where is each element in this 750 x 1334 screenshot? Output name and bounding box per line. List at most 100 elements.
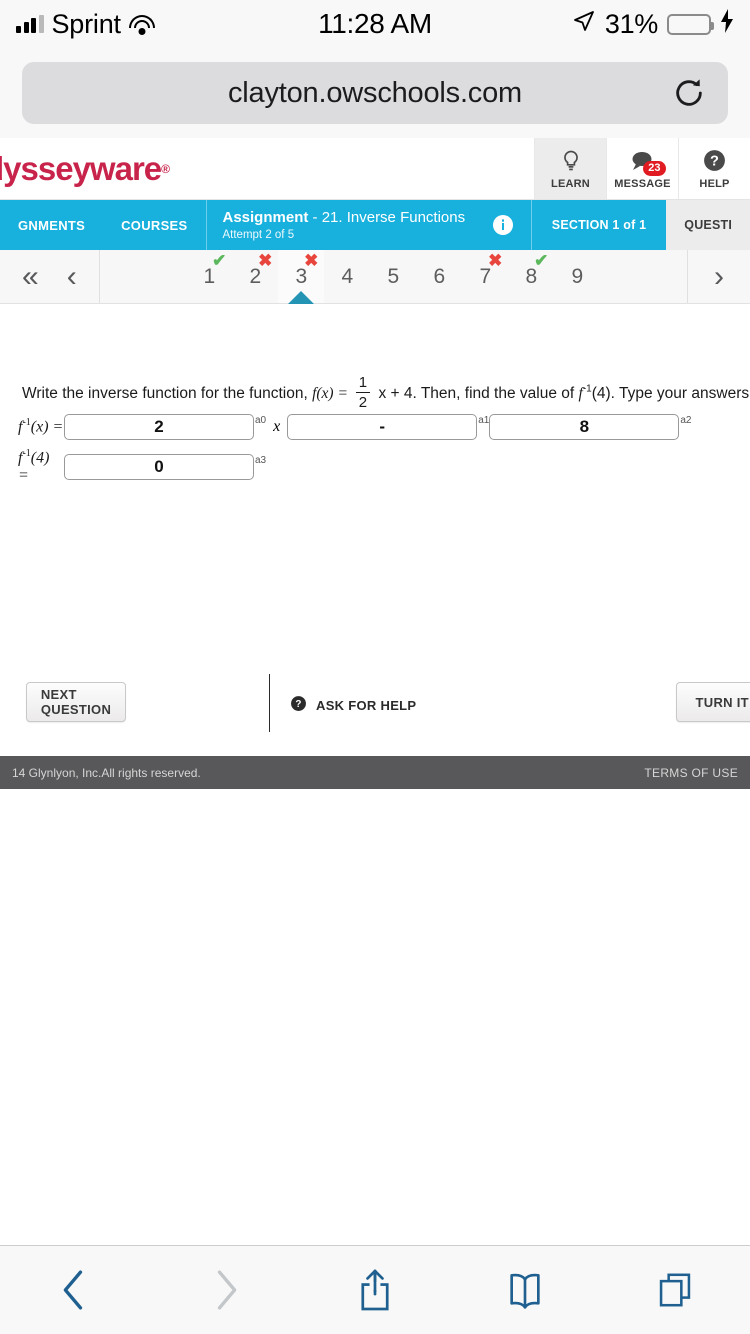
answer-label-exponent: -1 [22,448,31,459]
action-divider [269,674,270,732]
terms-of-use-link[interactable]: TERMS OF USE [644,766,738,780]
tabs-button[interactable] [635,1260,715,1320]
question-nav-number: 6 [433,264,446,288]
answer-rows: f-1(x) = a0 x a1 a2 f-1(4) = a3 [18,414,733,493]
svg-text:?: ? [295,699,301,710]
answer-field-tag-a1: a1 [478,415,490,426]
carrier-label: Sprint [51,8,122,39]
question-nav-item-9[interactable]: 9 [554,250,600,303]
cross-icon: ✖ [258,251,273,270]
bookmarks-button[interactable] [485,1260,565,1320]
battery-icon [667,13,715,35]
question-nav-item-7[interactable]: ✖ 7 [462,250,508,303]
prompt-part-1: Write the inverse function for the funct… [22,384,313,402]
answer-row-label: f-1(x) = [18,417,64,436]
question-nav-item-6[interactable]: 6 [416,250,462,303]
question-nav-item-1[interactable]: ✔ 1 [186,250,232,303]
answer-field-tag-a0: a0 [255,415,267,426]
message-badge: 23 [643,160,666,176]
fraction-denominator: 2 [358,394,368,412]
question-circle-icon: ? [290,695,307,715]
assignment-title-line: Assignment - 21. Inverse Functions [222,209,466,227]
question-nav-number: 5 [387,264,400,288]
location-arrow-icon [572,9,596,39]
nav-assignments[interactable]: GNMENTS [0,200,103,250]
header-tool-help-label: HELP [699,177,730,190]
site-header: dysseyware ® LEARN 23 MESSAGE ? HELP [0,138,750,200]
chevron-right-icon[interactable]: › [714,261,724,292]
fraction-numerator: 1 [358,374,368,391]
answer-input-a1[interactable] [287,414,478,440]
answer-label-arg: (x) = [30,418,64,436]
answer-label-exponent: -1 [22,417,31,429]
question-nav-item-5[interactable]: 5 [370,250,416,303]
prompt-inverse-arg: (4). [591,384,620,402]
fraction-one-half: 12 [355,374,371,412]
answer-field-wrap-a0: a0 [64,414,266,440]
answer-separator: x [273,418,281,435]
next-question-button[interactable]: NEXT QUESTION [26,682,126,722]
copyright-label: 14 Glynlyon, Inc.All rights reserved. [12,765,201,780]
question-nav-next[interactable]: › [687,250,750,303]
answer-input-a0[interactable] [64,414,254,440]
question-navigator: « ‹ ✔ 1 ✖ 2 ✖ 3 4 5 6 ✖ 7 ✔ 8 9 › [0,250,750,304]
check-icon: ✔ [534,251,549,270]
prompt-inverse-exponent: -1 [582,383,592,395]
turn-it-in-button[interactable]: TURN IT IN [676,682,750,722]
battery-percent-label: 31% [604,8,659,39]
assignment-bar: GNMENTS COURSES Assignment - 21. Inverse… [0,200,750,250]
address-bar[interactable]: clayton.owschools.com [22,62,728,124]
header-tool-help[interactable]: ? HELP [678,138,750,199]
answer-row: f-1(x) = a0 x a1 a2 [18,414,733,440]
page-blank-area [0,789,750,1245]
question-circle-icon: ? [702,148,728,174]
ios-status-bar: Sprint 11:28 AM 31% [0,0,750,48]
answer-field-tag-a2: a2 [680,415,692,426]
prompt-part-2: x + 4. Then, find the value of [374,384,579,402]
question-nav-item-2[interactable]: ✖ 2 [232,250,278,303]
assignment-label: Assignment [222,209,309,227]
answer-field-wrap-a1: a1 [287,414,489,440]
status-bar-left: Sprint [16,9,318,40]
info-circle-icon[interactable] [475,200,531,250]
question-nav-item-8[interactable]: ✔ 8 [508,250,554,303]
cross-icon: ✖ [488,251,503,270]
speech-bubble-icon: 23 [630,148,666,176]
back-button[interactable] [35,1260,115,1320]
header-tool-message[interactable]: 23 MESSAGE [606,138,678,199]
nav-courses[interactable]: COURSES [103,200,205,250]
assignment-attempt: Attempt 2 of 5 [222,228,295,241]
answer-row: f-1(4) = a3 [18,448,733,485]
odysseyware-logo[interactable]: dysseyware ® [0,138,534,199]
signal-bars-icon [16,15,44,33]
ask-for-help-label: ASK FOR HELP [316,697,417,713]
assignment-title: - 21. Inverse Functions [312,209,466,227]
question-nav-number: 9 [571,264,584,288]
ask-for-help-link[interactable]: ? ASK FOR HELP [290,695,416,715]
logo-text: dysseyware [0,149,162,187]
wifi-icon [128,14,155,35]
chevron-left-icon[interactable]: ‹ [67,261,77,292]
question-prompt: Write the inverse function for the funct… [22,374,750,412]
lightbulb-icon [558,148,584,174]
section-indicator: SECTION 1 of 1 [530,200,666,250]
fraction-bar [355,392,371,394]
answer-row-label: f-1(4) = [18,448,64,485]
question-nav-item-3[interactable]: ✖ 3 [278,250,325,304]
site-footer: 14 Glynlyon, Inc.All rights reserved. TE… [0,756,750,789]
url-label: clayton.owschools.com [228,76,522,109]
safari-bottom-toolbar [0,1245,750,1334]
prompt-function-arg: (x) = [316,384,352,402]
share-button[interactable] [335,1260,415,1320]
reload-icon[interactable] [672,76,706,110]
question-nav-item-4[interactable]: 4 [324,250,370,303]
answer-field-wrap-a3: a3 [64,453,266,480]
double-chevron-left-icon[interactable]: « [22,261,39,292]
header-tool-message-label: MESSAGE [614,177,671,190]
answer-input-a2[interactable] [489,414,680,440]
answer-field-wrap-a2: a2 [489,414,691,440]
answer-input-a3[interactable] [64,453,254,480]
question-number-list: ✔ 1 ✖ 2 ✖ 3 4 5 6 ✖ 7 ✔ 8 9 [100,250,687,304]
question-tab[interactable]: QUESTI [666,200,750,250]
header-tool-learn[interactable]: LEARN [534,138,606,199]
